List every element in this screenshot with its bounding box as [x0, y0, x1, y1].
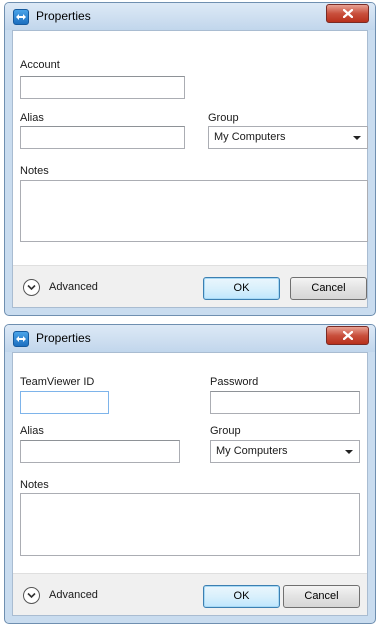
dialog-footer: Advanced OK Cancel — [13, 265, 367, 307]
notes-label: Notes — [20, 479, 49, 491]
ok-button[interactable]: OK — [203, 277, 280, 300]
group-select-value: My Computers — [214, 131, 286, 143]
chevron-down-circle-icon[interactable] — [23, 279, 40, 296]
teamviewer-id-input[interactable] — [20, 391, 109, 414]
title-bar[interactable]: Properties — [5, 3, 375, 30]
teamviewer-app-icon — [13, 9, 29, 25]
notes-label: Notes — [20, 165, 49, 177]
ok-button[interactable]: OK — [203, 585, 280, 608]
advanced-toggle[interactable]: Advanced — [49, 589, 98, 601]
close-icon — [342, 9, 353, 18]
advanced-toggle[interactable]: Advanced — [49, 281, 98, 293]
chevron-down-circle-icon[interactable] — [23, 587, 40, 604]
account-input[interactable] — [20, 76, 185, 99]
alias-label: Alias — [20, 425, 44, 437]
teamviewer-id-label: TeamViewer ID — [20, 376, 95, 388]
password-input[interactable] — [210, 391, 360, 414]
password-label: Password — [210, 376, 259, 388]
group-label: Group — [208, 112, 239, 124]
notes-textarea[interactable] — [20, 493, 360, 556]
properties-dialog-account: Properties Account Alias Group My Comput… — [4, 2, 376, 316]
cancel-button[interactable]: Cancel — [283, 585, 360, 608]
properties-dialog-teamviewer-id: Properties TeamViewer ID Password Alias … — [4, 324, 376, 624]
dialog-footer: Advanced OK Cancel — [13, 573, 367, 615]
group-label: Group — [210, 425, 241, 437]
alias-input[interactable] — [20, 440, 180, 463]
close-icon — [342, 331, 353, 340]
dialog-content: TeamViewer ID Password Alias Group My Co… — [12, 352, 368, 616]
dialog-content: Account Alias Group My Computers Notes A… — [12, 30, 368, 308]
group-select-value: My Computers — [216, 445, 288, 457]
teamviewer-app-icon — [13, 331, 29, 347]
close-button[interactable] — [326, 4, 369, 23]
title-bar[interactable]: Properties — [5, 325, 375, 352]
group-select[interactable]: My Computers — [208, 126, 368, 149]
dialog-title: Properties — [36, 9, 91, 23]
notes-textarea[interactable] — [20, 180, 368, 242]
account-label: Account — [20, 59, 60, 71]
alias-input[interactable] — [20, 126, 185, 149]
group-select[interactable]: My Computers — [210, 440, 360, 463]
dropdown-arrow-icon — [353, 136, 361, 140]
dropdown-arrow-icon — [345, 450, 353, 454]
alias-label: Alias — [20, 112, 44, 124]
cancel-button[interactable]: Cancel — [290, 277, 367, 300]
close-button[interactable] — [326, 326, 369, 345]
dialog-title: Properties — [36, 331, 91, 345]
